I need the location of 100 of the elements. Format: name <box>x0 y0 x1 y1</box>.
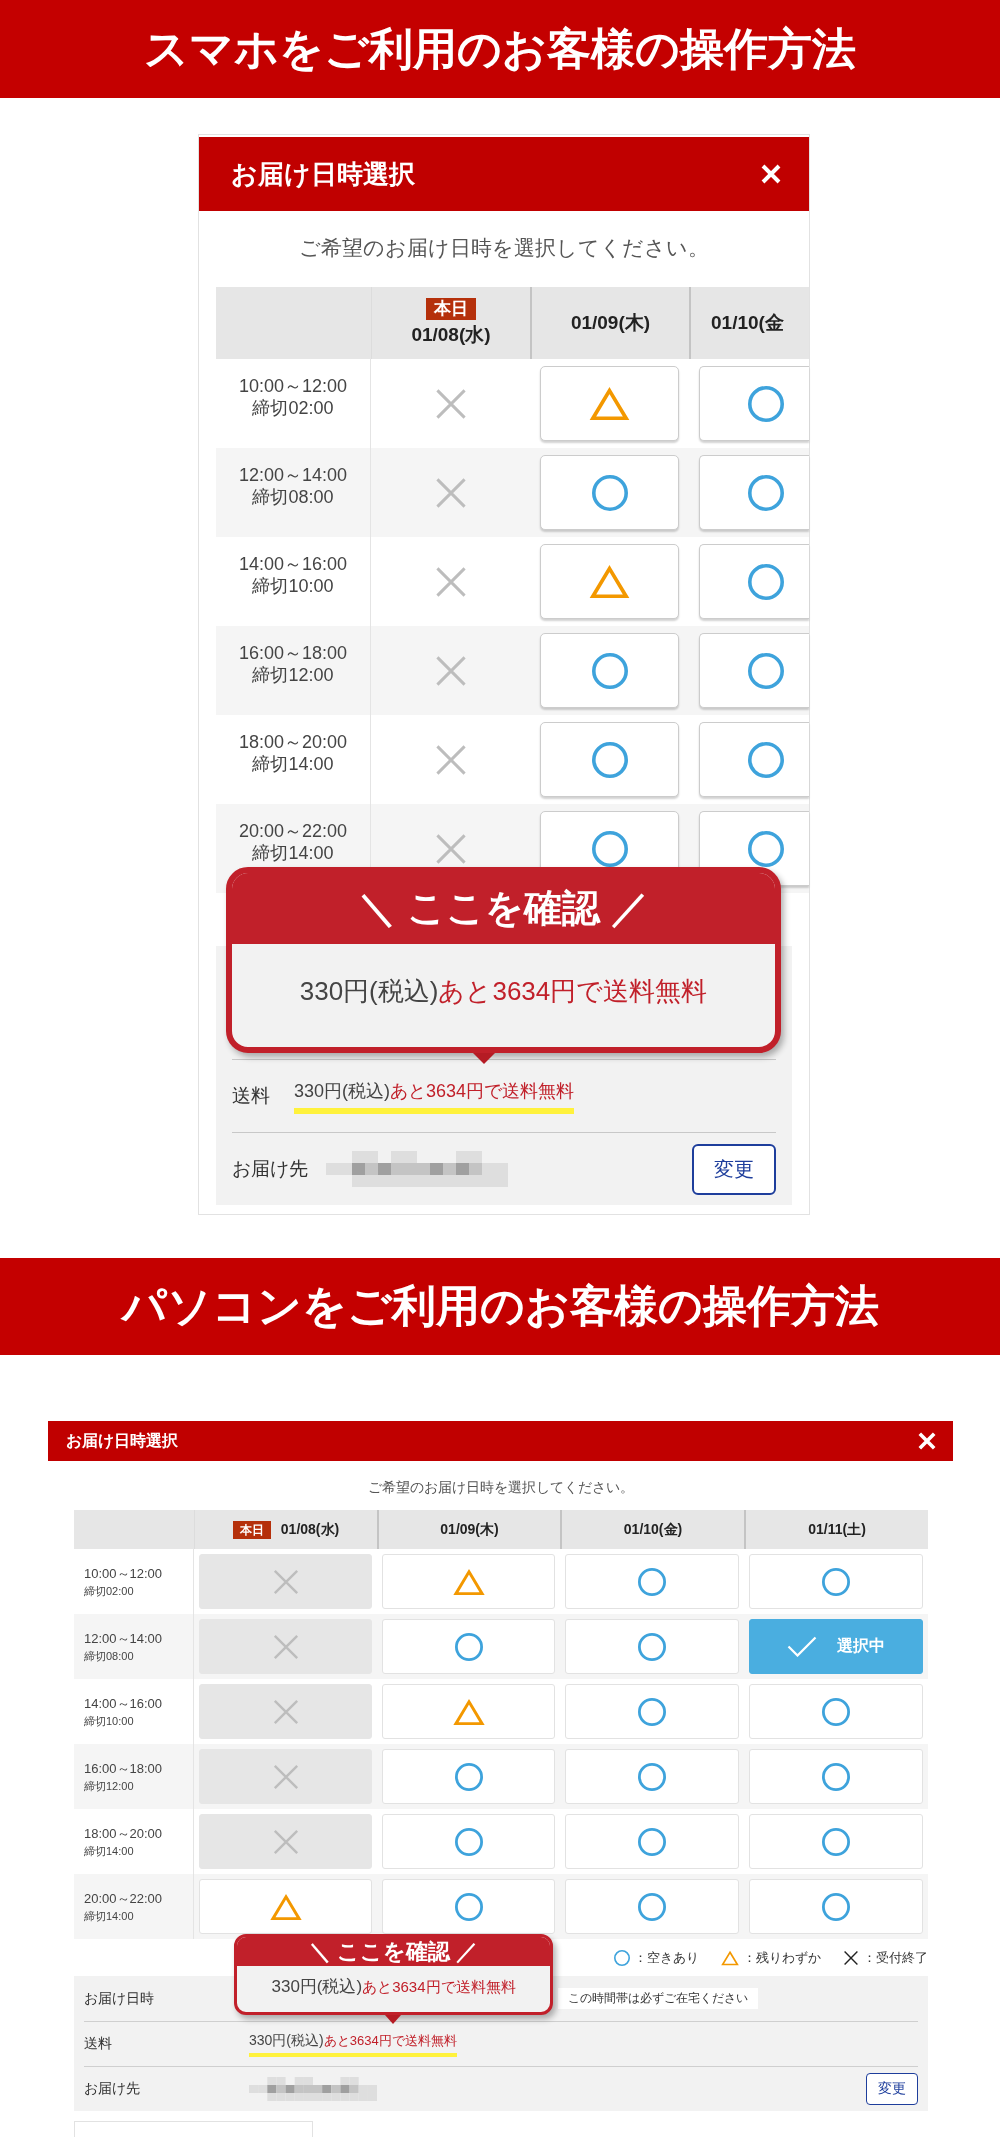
legend-label: ：受付終了 <box>863 1948 928 1967</box>
time-range: 12:00～14:00 <box>84 1629 163 1648</box>
circle-icon <box>591 741 628 778</box>
legend-label: ：残りわずか <box>743 1948 821 1967</box>
close-icon[interactable] <box>761 164 781 184</box>
deadline-text: 締切14:00 <box>84 1843 134 1859</box>
section-banner: スマホをご利用のお客様の操作方法 <box>0 0 1000 98</box>
circle-icon <box>638 1697 666 1726</box>
deadline-text: 締切12:00 <box>84 1778 134 1794</box>
deadline-text: 締切08:00 <box>84 1648 134 1664</box>
price-text: 330円(税込) <box>294 1079 391 1103</box>
callout-title: ＼ ここを確認 ／ <box>237 1937 550 1966</box>
circle-icon <box>454 1632 483 1661</box>
circle-icon <box>748 385 784 422</box>
free-shipping-note: あと3634円で送料無料 <box>390 1079 575 1103</box>
deadline-text: 締切14:00 <box>252 753 334 775</box>
time-range: 20:00～22:00 <box>84 1889 163 1908</box>
circle-icon <box>454 1762 483 1791</box>
cross-icon <box>271 1632 300 1661</box>
time-slot-button[interactable] <box>699 722 809 797</box>
date-label: 01/09(木) <box>440 1520 499 1539</box>
deadline-text: 締切14:00 <box>84 1908 134 1924</box>
free-shipping-note: あと3634円で送料無料 <box>323 2031 457 2050</box>
cross-icon <box>271 1762 300 1791</box>
dialog-title: お届け日時選択 <box>231 157 415 191</box>
deadline-text: 締切10:00 <box>252 575 334 597</box>
time-range: 14:00～16:00 <box>238 553 348 575</box>
deadline-text: 締切10:00 <box>84 1713 134 1729</box>
section-banner: パソコンをご利用のお客様の操作方法 <box>0 1258 1000 1355</box>
detail-label: 送料 <box>84 2035 113 2053</box>
triangle-icon <box>589 386 630 421</box>
deadline-text: 締切02:00 <box>252 397 334 419</box>
legend-label: ：空きあり <box>634 1948 699 1967</box>
today-badge: 本日 <box>426 298 476 320</box>
time-slot-button[interactable] <box>699 633 809 708</box>
date-label: 01/09(木) <box>570 311 651 335</box>
circle-icon <box>748 830 784 867</box>
date-label: 01/08(水) <box>280 1520 340 1539</box>
cross-icon <box>271 1827 300 1856</box>
detail-label: 送料 <box>232 1084 271 1108</box>
triangle-icon <box>269 1892 302 1921</box>
today-badge: 本日 <box>232 1520 271 1539</box>
deadline-text: 締切12:00 <box>252 664 334 686</box>
circle-icon <box>454 1827 483 1856</box>
time-slot-button[interactable] <box>540 722 679 797</box>
circle-icon <box>638 1632 666 1661</box>
circle-icon <box>748 563 784 600</box>
circle-icon <box>591 474 628 511</box>
triangle-icon <box>721 1949 739 1966</box>
free-shipping-note: あと3634円で送料無料 <box>438 975 708 1008</box>
time-slot-button[interactable] <box>699 455 809 530</box>
change-button[interactable]: 変更 <box>866 2073 918 2105</box>
triangle-icon <box>452 1567 485 1596</box>
date-label: 01/10(金) <box>623 1520 683 1539</box>
date-label: 01/11(土) <box>808 1520 866 1539</box>
triangle-icon <box>452 1697 485 1726</box>
circle-icon <box>748 652 784 689</box>
circle-icon <box>822 1697 850 1726</box>
cross-icon <box>271 1567 300 1596</box>
time-slot-button[interactable] <box>540 455 679 530</box>
time-range: 10:00～12:00 <box>84 1564 163 1583</box>
date-label: 01/08(水) <box>411 323 491 347</box>
dialog-title: お届け日時選択 <box>66 1430 178 1451</box>
deadline-text: 締切14:00 <box>252 842 334 864</box>
triangle-icon <box>589 564 630 599</box>
deadline-text: 締切02:00 <box>84 1583 134 1599</box>
price-text: 330円(税込) <box>249 2031 324 2050</box>
time-range: 16:00～18:00 <box>238 642 348 664</box>
price-text: 330円(税込) <box>299 975 439 1008</box>
time-range: 12:00～14:00 <box>238 464 348 486</box>
price-text: 330円(税込) <box>271 1976 363 1998</box>
circle-icon <box>822 1827 850 1856</box>
circle-icon <box>822 1567 850 1596</box>
time-range: 14:00～16:00 <box>84 1694 163 1713</box>
circle-icon <box>591 652 628 689</box>
time-range: 10:00～12:00 <box>238 375 348 397</box>
cross-icon <box>843 1949 859 1966</box>
time-slot-button[interactable] <box>540 633 679 708</box>
dialog-instruction: ご希望のお届け日時を選択してください。 <box>298 235 710 261</box>
free-shipping-note: あと3634円で送料無料 <box>362 1978 516 1997</box>
time-slot-button[interactable] <box>699 366 809 441</box>
check-icon <box>787 1636 817 1657</box>
time-range: 18:00～20:00 <box>238 731 348 753</box>
circle-icon <box>638 1892 666 1921</box>
circle-icon <box>614 1949 630 1966</box>
time-range: 20:00～22:00 <box>238 820 348 842</box>
stay-home-notice: この時間帯は必ずご在宅ください <box>558 1988 758 2009</box>
circle-icon <box>454 1892 483 1921</box>
time-slot-button[interactable] <box>699 544 809 619</box>
change-button[interactable]: 変更 <box>692 1143 776 1195</box>
callout-title: ＼ ここを確認 ／ <box>232 873 775 944</box>
circle-icon <box>822 1892 850 1921</box>
date-label: 01/10(金 <box>711 311 784 335</box>
close-icon[interactable] <box>918 1432 936 1450</box>
circle-icon <box>638 1827 666 1856</box>
circle-icon <box>638 1567 666 1596</box>
deadline-text: 締切08:00 <box>252 486 334 508</box>
time-range: 18:00～20:00 <box>84 1824 163 1843</box>
circle-icon <box>748 474 784 511</box>
circle-icon <box>638 1762 666 1791</box>
